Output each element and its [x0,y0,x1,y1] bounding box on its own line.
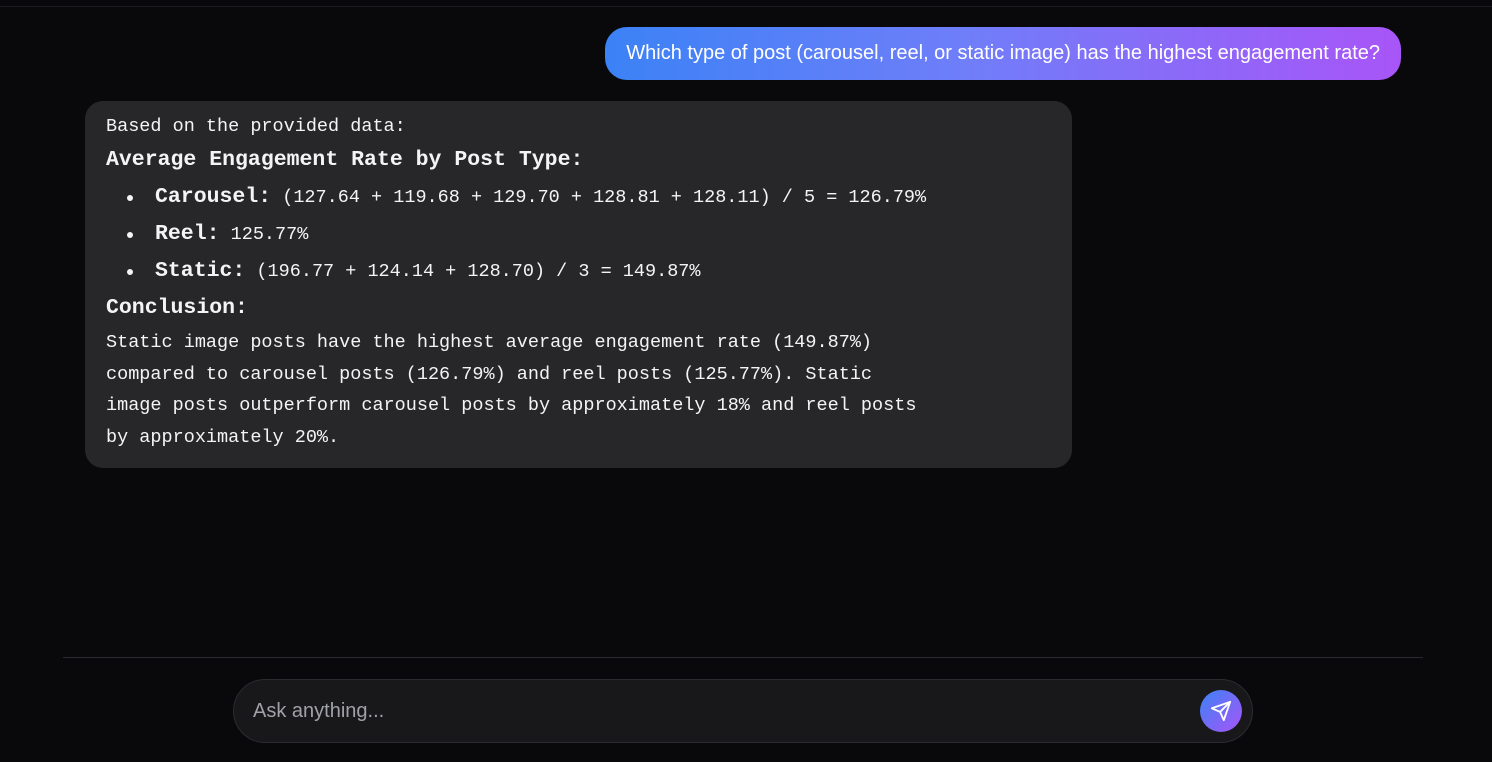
conclusion-heading: Conclusion: [106,296,248,320]
engagement-list: Carousel: (127.64 + 119.68 + 129.70 + 12… [106,179,1051,290]
send-paper-plane-icon [1210,700,1232,722]
assistant-message-bubble: Based on the provided data: Average Enga… [85,101,1072,468]
list-item-term: Reel: [155,222,220,246]
user-message-bubble: Which type of post (carousel, reel, or s… [605,27,1401,80]
bullet-dot [127,195,133,201]
message-composer [233,679,1253,743]
list-item-detail: (196.77 + 124.14 + 128.70) / 3 = 149.87% [245,261,701,282]
user-message-text: Which type of post (carousel, reel, or s… [626,42,1380,64]
bullet-dot [127,269,133,275]
list-item-reel: Reel: 125.77% [106,216,1051,253]
list-item-detail: (127.64 + 119.68 + 129.70 + 128.81 + 128… [271,187,927,208]
list-item-carousel: Carousel: (127.64 + 119.68 + 129.70 + 12… [106,179,1051,216]
conclusion-text: Static image posts have the highest aver… [106,332,917,448]
chat-input[interactable] [251,690,1200,732]
composer-divider [63,657,1423,658]
list-item-detail: 125.77% [219,224,309,245]
list-item-static: Static: (196.77 + 124.14 + 128.70) / 3 =… [106,253,1051,290]
list-item-term: Static: [155,259,246,283]
bullet-dot [127,232,133,238]
top-divider [0,6,1492,7]
assistant-heading: Average Engagement Rate by Post Type: [106,148,584,172]
send-button[interactable] [1200,690,1242,732]
list-item-term: Carousel: [155,185,272,209]
assistant-intro-text: Based on the provided data: [106,116,406,137]
